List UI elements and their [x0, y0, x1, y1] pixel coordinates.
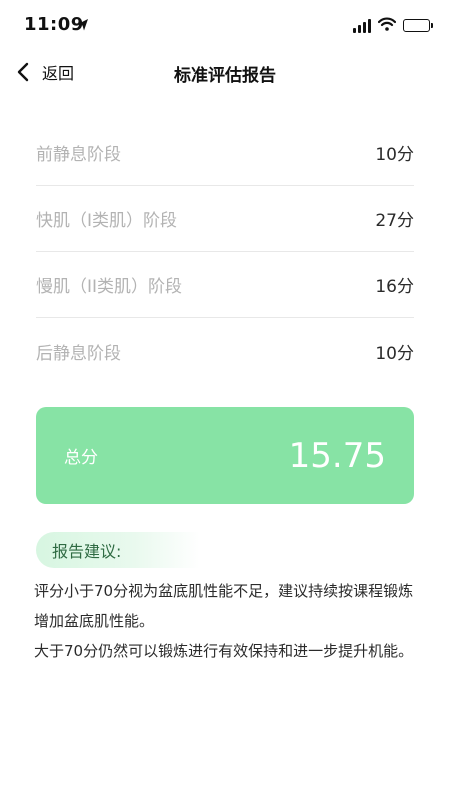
- score-value: 10分: [375, 145, 414, 165]
- score-row-pre-rest: 前静息阶段 10分: [36, 120, 414, 186]
- advice-title: 报告建议:: [52, 542, 122, 561]
- advice-tag: 报告建议:: [36, 532, 200, 568]
- cellular-signal-icon: [353, 18, 371, 33]
- score-list: 前静息阶段 10分 快肌（I类肌）阶段 27分 慢肌（II类肌）阶段 16分 后…: [36, 120, 414, 384]
- total-label: 总分: [64, 448, 98, 468]
- score-label: 前静息阶段: [36, 145, 121, 165]
- score-value: 16分: [375, 277, 414, 297]
- advice-body: 评分小于70分视为盆底肌性能不足，建议持续按课程锻炼增加盆底肌性能。 大于70分…: [34, 576, 418, 666]
- total-score-card: 总分 15.75: [36, 407, 414, 504]
- advice-line: 大于70分仍然可以锻炼进行有效保持和进一步提升机能。: [34, 642, 414, 660]
- score-label: 慢肌（II类肌）阶段: [36, 277, 183, 297]
- status-bar: 11:09: [0, 0, 450, 48]
- score-row-post-rest: 后静息阶段 10分: [36, 318, 414, 384]
- score-value: 27分: [375, 211, 414, 231]
- status-indicators: [353, 16, 433, 35]
- score-row-fast-muscle: 快肌（I类肌）阶段 27分: [36, 186, 414, 252]
- battery-icon: [403, 19, 433, 32]
- wifi-icon: [377, 16, 397, 35]
- location-arrow-icon: [77, 17, 89, 31]
- status-time: 11:09: [24, 14, 84, 35]
- score-label: 后静息阶段: [36, 343, 121, 364]
- score-value: 10分: [375, 343, 414, 364]
- page-title: 标准评估报告: [174, 66, 276, 86]
- score-label: 快肌（I类肌）阶段: [36, 211, 178, 231]
- total-value: 15.75: [288, 435, 386, 476]
- nav-bar: 返回 标准评估报告: [0, 48, 450, 96]
- score-row-slow-muscle: 慢肌（II类肌）阶段 16分: [36, 252, 414, 318]
- advice-line: 评分小于70分视为盆底肌性能不足，建议持续按课程锻炼增加盆底肌性能。: [34, 582, 414, 630]
